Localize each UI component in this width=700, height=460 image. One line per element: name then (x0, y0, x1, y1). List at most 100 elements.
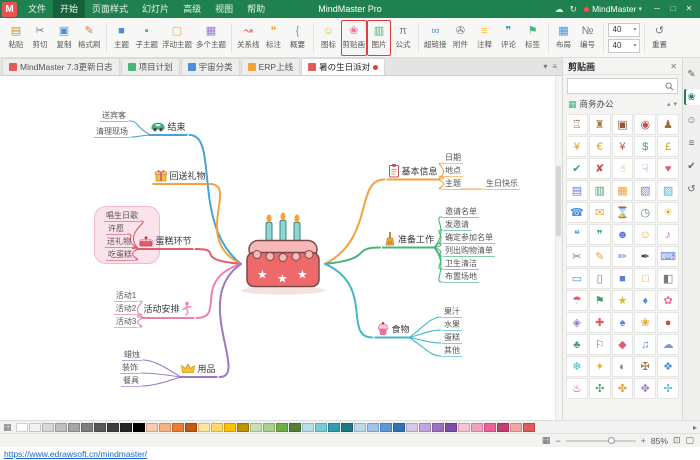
subtopic[interactable]: 唱生日歌 (104, 210, 140, 222)
clipart-item[interactable]: ¥ (566, 136, 588, 157)
clipart-item[interactable]: ♨ (566, 378, 588, 399)
color-swatch[interactable] (471, 423, 483, 432)
clipart-item[interactable]: ▦ (612, 180, 634, 201)
clipart-item[interactable]: ☀ (657, 202, 679, 223)
color-swatch[interactable] (458, 423, 470, 432)
clipart-item[interactable]: ❀ (634, 312, 656, 333)
ribbon-button-relationship[interactable]: ↝关系线 (235, 20, 262, 56)
subtopic[interactable]: 其他 (442, 345, 462, 357)
task-panel-icon[interactable]: ✔ (684, 158, 700, 174)
clipart-item[interactable]: ◷ (634, 202, 656, 223)
layout-mode-icon[interactable]: ▦ (542, 435, 551, 446)
clipart-item[interactable]: ♖ (566, 114, 588, 135)
main-topic[interactable]: 用品 (178, 362, 217, 378)
color-swatch[interactable] (42, 423, 54, 432)
app-logo[interactable]: M (2, 2, 17, 17)
color-swatch[interactable] (250, 423, 262, 432)
clipart-item[interactable]: ● (657, 312, 679, 333)
clipart-item[interactable]: ☝ (612, 158, 634, 179)
clipart-item[interactable]: ✉ (589, 202, 611, 223)
clipart-item[interactable]: ♣ (566, 334, 588, 355)
color-swatch[interactable] (94, 423, 106, 432)
subtopic[interactable]: 餐具 (121, 375, 141, 387)
zoom-out-button[interactable]: − (555, 436, 560, 446)
clipart-item[interactable]: ■ (612, 268, 634, 289)
close-button[interactable]: ✕ (681, 0, 697, 18)
ribbon-button-icon-marker[interactable]: ☺图标 (317, 20, 341, 56)
color-swatch[interactable] (484, 423, 496, 432)
subtopic[interactable]: 列出购物清单 (443, 245, 495, 257)
vertical-scrollbar[interactable] (555, 76, 562, 420)
subtopic[interactable]: 主题 (443, 178, 463, 190)
clipart-panel-icon[interactable]: ❀ (684, 89, 700, 105)
color-swatch[interactable] (198, 423, 210, 432)
clipart-item[interactable]: ✣ (589, 378, 611, 399)
color-swatch[interactable] (419, 423, 431, 432)
format-panel-icon[interactable]: ✎ (684, 66, 700, 82)
clipart-item[interactable]: ❞ (589, 224, 611, 245)
color-swatch[interactable] (16, 423, 28, 432)
clipart-item[interactable]: ✠ (634, 356, 656, 377)
tab-list-icon[interactable]: ≡ (552, 62, 557, 71)
clipart-item[interactable]: ⌨ (657, 246, 679, 267)
clipart-item[interactable]: £ (657, 136, 679, 157)
expand-icon[interactable]: ▾ (673, 100, 677, 108)
account-menu[interactable]: MindMaster ▾ (584, 4, 642, 14)
color-swatch[interactable] (185, 423, 197, 432)
scrollbar-thumb[interactable] (556, 166, 561, 236)
ribbon-button-clipart[interactable]: ❀剪贴画 (341, 20, 368, 56)
menu-item[interactable]: 高级 (176, 0, 208, 18)
color-swatch[interactable] (432, 423, 444, 432)
refresh-icon[interactable]: ↻ (570, 4, 578, 15)
clipart-item[interactable]: ✥ (634, 378, 656, 399)
clipart-item[interactable]: ▨ (657, 180, 679, 201)
main-topic[interactable]: 食物 (374, 322, 411, 339)
clipart-item[interactable]: ◈ (566, 312, 588, 333)
clipart-item[interactable]: ♜ (589, 114, 611, 135)
clipart-item[interactable]: ☺ (634, 224, 656, 245)
color-swatch[interactable] (367, 423, 379, 432)
menu-item[interactable]: 幻灯片 (135, 0, 176, 18)
subtopic[interactable]: 装饰 (120, 362, 140, 374)
clipart-item[interactable]: ▤ (566, 180, 588, 201)
subtopic[interactable]: 活动3 (114, 316, 138, 328)
ribbon-button-note[interactable]: ≡注释 (473, 20, 497, 56)
clipart-item[interactable]: ◆ (612, 334, 634, 355)
clipart-item[interactable]: ▥ (589, 180, 611, 201)
subtopic[interactable]: 蛋糕 (442, 332, 462, 344)
clipart-item[interactable]: ★ (612, 290, 634, 311)
ribbon-button-subtopic[interactable]: ▪子主题 (134, 20, 161, 56)
clipart-item[interactable]: ✎ (589, 246, 611, 267)
document-tab[interactable]: ERP上线 (241, 58, 300, 75)
subtopic[interactable]: 邀请名单 (443, 206, 479, 218)
clipart-item[interactable]: € (589, 136, 611, 157)
clipart-item[interactable]: ♠ (612, 312, 634, 333)
color-swatch[interactable] (172, 423, 184, 432)
clipart-item[interactable]: ♫ (634, 334, 656, 355)
color-swatch[interactable] (354, 423, 366, 432)
subtopic[interactable]: 确定参加名单 (443, 232, 495, 244)
close-icon[interactable]: ✕ (670, 62, 677, 71)
color-swatch[interactable] (211, 423, 223, 432)
ribbon-button-attachment[interactable]: ✇附件 (449, 20, 473, 56)
menu-item[interactable]: 帮助 (240, 0, 272, 18)
clipart-item[interactable]: ♟ (657, 114, 679, 135)
fullscreen-icon[interactable]: ▢ (685, 435, 694, 446)
subtopic[interactable]: 活动1 (114, 290, 138, 302)
ribbon-button-copy[interactable]: ▣复制 (52, 20, 76, 56)
clipart-item[interactable]: ☻ (612, 224, 634, 245)
color-swatch[interactable] (393, 423, 405, 432)
color-swatch[interactable] (81, 423, 93, 432)
ribbon-button-callout[interactable]: ❝标注 (262, 20, 286, 56)
cloud-sync-icon[interactable]: ☁ (555, 4, 564, 15)
main-topic[interactable]: 回送礼物 (152, 169, 207, 185)
clipart-item[interactable]: ☂ (566, 290, 588, 311)
ribbon-button-formula[interactable]: π公式 (391, 20, 415, 56)
clipart-item[interactable]: ♦ (634, 290, 656, 311)
outline-panel-icon[interactable]: ≡ (684, 135, 700, 151)
clipart-item[interactable]: ✂ (566, 246, 588, 267)
color-swatch[interactable] (315, 423, 327, 432)
clipart-item[interactable]: ☟ (634, 158, 656, 179)
color-swatch[interactable] (120, 423, 132, 432)
color-swatch[interactable] (497, 423, 509, 432)
